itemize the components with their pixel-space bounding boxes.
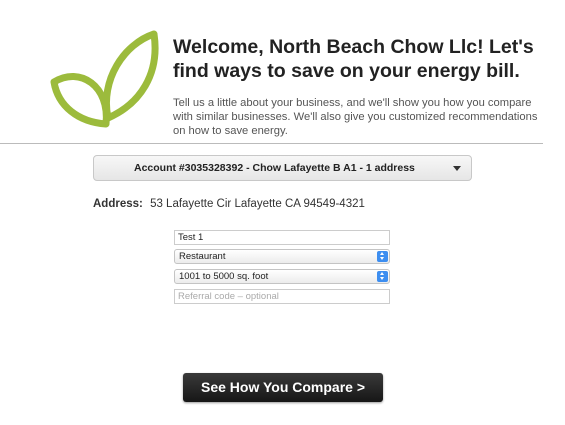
caret-down-icon (453, 166, 461, 171)
select-stepper-icon (377, 271, 388, 282)
select-stepper-icon (377, 251, 388, 262)
business-profile-page: Welcome, North Beach Chow Llc! Let's fin… (0, 0, 565, 425)
welcome-heading: Welcome, North Beach Chow Llc! Let's fin… (173, 36, 534, 82)
left-leaf (50, 73, 110, 128)
account-select[interactable]: Account #3035328392 - Chow Lafayette B A… (93, 155, 472, 181)
business-size-value: 1001 to 5000 sq. foot (179, 271, 269, 282)
address-value: 53 Lafayette Cir Lafayette CA 94549-4321 (150, 198, 365, 210)
business-size-select[interactable]: 1001 to 5000 sq. foot (174, 269, 390, 284)
address-line: Address: 53 Lafayette Cir Lafayette CA 9… (93, 198, 365, 210)
business-type-select[interactable]: Restaurant (174, 249, 390, 264)
right-leaf (103, 30, 159, 122)
business-type-value: Restaurant (179, 251, 226, 262)
referral-code-field[interactable]: Referral code – optional (174, 289, 390, 304)
leaf-sprout-icon (50, 30, 162, 128)
address-label: Address: (93, 198, 143, 210)
account-select-value: Account #3035328392 - Chow Lafayette B A… (134, 162, 415, 174)
intro-text: Tell us a little about your business, an… (173, 97, 538, 137)
business-name-field[interactable]: Test 1 (174, 230, 390, 245)
see-how-you-compare-button[interactable]: See How You Compare > (183, 373, 383, 402)
divider (0, 143, 543, 144)
